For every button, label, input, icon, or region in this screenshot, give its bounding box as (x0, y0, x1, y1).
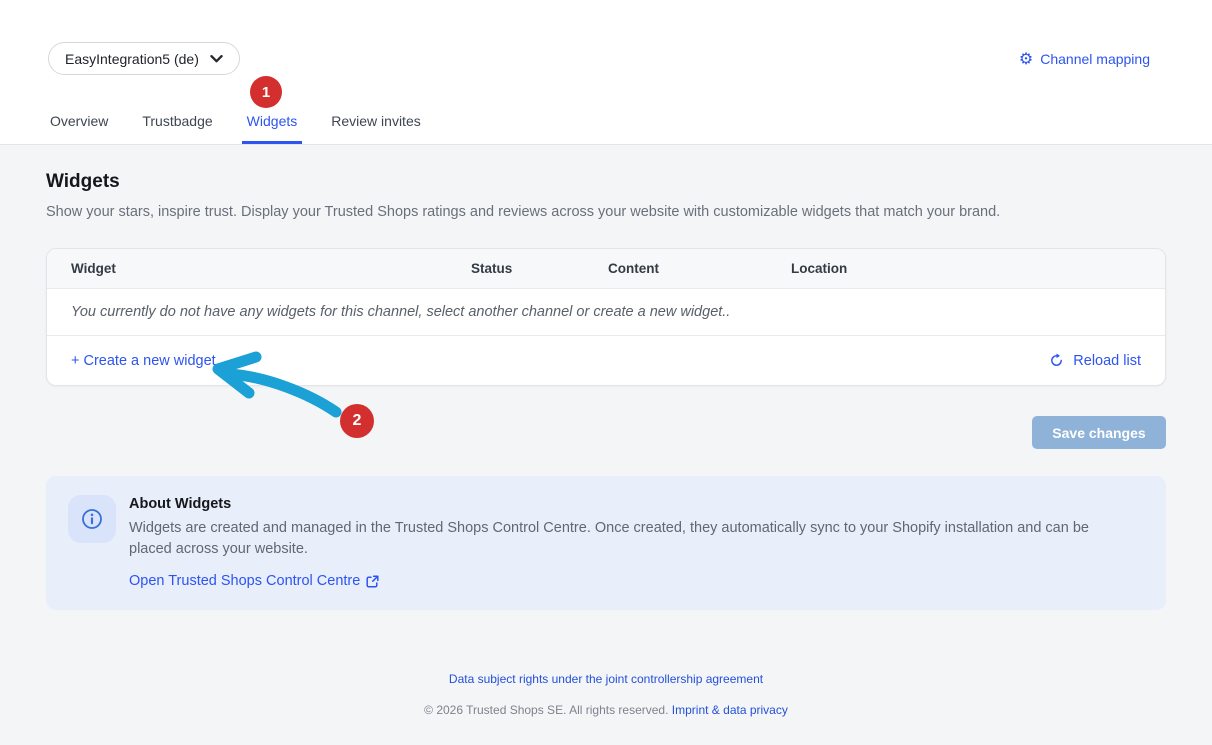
copyright-text: © 2026 Trusted Shops SE. All rights rese… (424, 703, 668, 717)
info-icon (68, 495, 116, 543)
tab-overview[interactable]: Overview (49, 113, 109, 144)
app-header: EasyIntegration5 (de) ⚙ Channel mapping … (0, 0, 1212, 145)
widgets-table-card: Widget Status Content Location You curre… (46, 248, 1166, 386)
refresh-icon (1049, 353, 1064, 368)
tab-review-invites[interactable]: Review invites (330, 113, 421, 144)
table-action-row: + Create a new widget Reload list (47, 336, 1165, 385)
page-subtitle: Show your stars, inspire trust. Display … (46, 204, 1166, 220)
info-box-body: Widgets are created and managed in the T… (129, 518, 1124, 560)
empty-state-message: You currently do not have any widgets fo… (71, 304, 730, 320)
save-changes-button[interactable]: Save changes (1032, 416, 1166, 449)
page-title: Widgets (46, 171, 1166, 193)
column-header-widget: Widget (71, 261, 471, 276)
page-footer: Data subject rights under the joint cont… (46, 670, 1166, 717)
open-control-centre-link[interactable]: Open Trusted Shops Control Centre (129, 573, 379, 589)
reload-list-label: Reload list (1073, 353, 1141, 369)
channel-mapping-label: Channel mapping (1040, 51, 1150, 67)
external-link-icon (366, 575, 379, 588)
info-box-title: About Widgets (129, 496, 1124, 512)
step-badge-1: 1 (250, 76, 282, 108)
create-widget-link[interactable]: + Create a new widget (71, 353, 216, 369)
reload-list-link[interactable]: Reload list (1049, 353, 1141, 369)
open-control-centre-label: Open Trusted Shops Control Centre (129, 573, 360, 589)
table-empty-row: You currently do not have any widgets fo… (47, 289, 1165, 336)
gear-icon: ⚙ (1019, 51, 1033, 67)
table-header-row: Widget Status Content Location (47, 249, 1165, 289)
imprint-privacy-link[interactable]: Imprint & data privacy (672, 703, 788, 717)
tab-widgets[interactable]: Widgets (246, 113, 299, 144)
chevron-down-icon (210, 55, 223, 63)
step-badge-2: 2 (340, 404, 374, 438)
column-header-location: Location (791, 261, 1141, 276)
column-header-status: Status (471, 261, 608, 276)
tab-bar: Overview Trustbadge Widgets Review invit… (0, 113, 1212, 144)
channel-mapping-link[interactable]: ⚙ Channel mapping (1019, 51, 1150, 67)
data-subject-rights-link[interactable]: Data subject rights under the joint cont… (449, 672, 763, 686)
main-content: Widgets Show your stars, inspire trust. … (0, 171, 1212, 717)
channel-selector-dropdown[interactable]: EasyIntegration5 (de) (48, 42, 240, 75)
about-widgets-info-box: About Widgets Widgets are created and ma… (46, 476, 1166, 610)
column-header-content: Content (608, 261, 791, 276)
tab-trustbadge[interactable]: Trustbadge (141, 113, 213, 144)
channel-selector-label: EasyIntegration5 (de) (65, 51, 199, 67)
